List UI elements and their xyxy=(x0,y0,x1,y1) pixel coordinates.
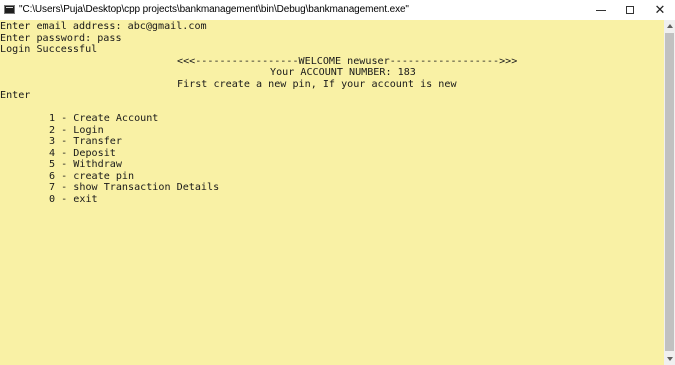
maximize-button[interactable] xyxy=(615,0,645,20)
vertical-scrollbar[interactable] xyxy=(664,20,675,365)
pin-notice-line: First create a new pin, If your account … xyxy=(177,78,457,90)
email-prompt-line: Enter email address: abc@gmail.com xyxy=(0,21,207,32)
window-title: "C:\Users\Puja\Desktop\cpp projects\bank… xyxy=(19,4,409,15)
enter-prompt-line: Enter xyxy=(0,90,31,101)
menu-item: 4 - Deposit xyxy=(49,147,116,159)
menu-item: 5 - Withdraw xyxy=(49,159,122,170)
account-number-line: Your ACCOUNT NUMBER: 183 xyxy=(270,67,416,78)
console-output[interactable]: Enter email address: abc@gmail.com Enter… xyxy=(0,20,664,365)
maximize-icon xyxy=(626,6,634,14)
menu-item: 2 - Login xyxy=(49,124,104,136)
menu-item: 1 - Create Account xyxy=(49,113,159,124)
scrollbar-thumb[interactable] xyxy=(665,33,674,351)
password-prompt-line: Enter password: pass xyxy=(0,32,122,44)
close-icon: ✕ xyxy=(654,2,666,18)
login-status-line: Login Successful xyxy=(0,44,98,55)
menu-item: 7 - show Transaction Details xyxy=(49,182,220,193)
minimize-icon xyxy=(596,9,606,11)
title-bar[interactable]: "C:\Users\Puja\Desktop\cpp projects\bank… xyxy=(0,0,675,21)
scroll-down-arrow-icon xyxy=(666,357,673,361)
scroll-up-button[interactable] xyxy=(664,20,675,32)
menu-item: 0 - exit xyxy=(49,193,98,205)
menu-item: 3 - Transfer xyxy=(49,136,122,147)
scroll-down-button[interactable] xyxy=(664,353,675,365)
console-app-icon xyxy=(4,5,15,14)
scroll-up-arrow-icon xyxy=(666,24,673,28)
welcome-banner: <<<-----------------WELCOME newuser-----… xyxy=(177,55,518,67)
minimize-button[interactable] xyxy=(586,0,616,20)
menu-item: 6 - create pin xyxy=(49,170,135,182)
close-button[interactable]: ✕ xyxy=(645,0,675,20)
